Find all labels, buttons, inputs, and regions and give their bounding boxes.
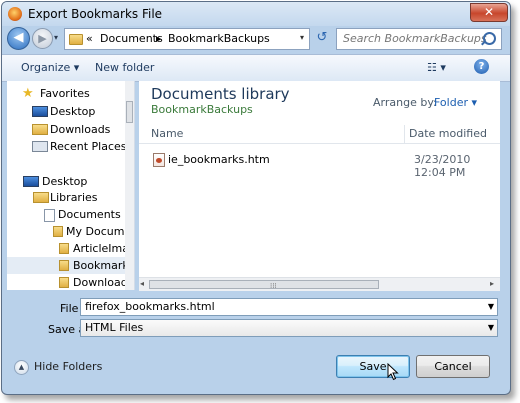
sidebar-item-articleimages[interactable]: ArticleImag	[11, 240, 134, 257]
sidebar-item-downloads-favorite[interactable]: Downloads	[11, 121, 125, 138]
library-subtitle: BookmarkBackups	[151, 103, 253, 116]
organize-button[interactable]: Organize ▾	[21, 61, 79, 74]
file-list-scrollbar[interactable]: ◂ ⁞⁞⁞ ▸	[139, 277, 500, 291]
search-box[interactable]: Search BookmarkBackups	[336, 28, 502, 50]
column-header-name[interactable]: Name	[151, 127, 183, 140]
window-title: Export Bookmarks File	[28, 7, 163, 21]
help-button[interactable]: ?	[474, 59, 489, 74]
breadcrumb-separator[interactable]: ▸	[156, 32, 162, 45]
folder-icon	[53, 226, 63, 237]
folder-icon	[59, 243, 69, 254]
sidebar-item-label: Desktop	[42, 175, 88, 188]
sidebar-item-label: Downloads	[50, 123, 111, 136]
save-as-type-select[interactable]: HTML Files ▼	[80, 319, 498, 337]
file-list-pane: Documents library BookmarkBackups Arrang…	[139, 81, 500, 291]
sidebar-scrollbar[interactable]	[125, 81, 134, 290]
search-placeholder: Search BookmarkBackups	[343, 32, 487, 45]
file-name-field[interactable]: firefox_bookmarks.html ▼	[80, 298, 498, 316]
mouse-pointer-icon	[387, 363, 399, 381]
desktop-icon	[32, 106, 48, 117]
change-view-button[interactable]: ☷ ▾	[427, 61, 453, 75]
file-name: ie_bookmarks.htm	[168, 153, 270, 166]
navigation-pane: ★ Favorites Desktop Downloads Recent Pla…	[7, 81, 135, 290]
sidebar-item-documents[interactable]: Documents	[11, 206, 125, 223]
breadcrumb-bookmarkbackups[interactable]: BookmarkBackups	[168, 32, 270, 45]
recent-locations-button[interactable]: ▾	[54, 34, 62, 42]
html-file-icon	[153, 153, 165, 167]
star-icon: ★	[22, 86, 34, 101]
documents-icon	[44, 209, 55, 222]
sidebar-item-downloads[interactable]: Downloads	[11, 274, 133, 290]
title-bar: Export Bookmarks File ✕	[2, 2, 510, 26]
libraries-icon	[33, 192, 49, 203]
folder-icon	[59, 260, 69, 271]
sidebar-item-desktop-favorite[interactable]: Desktop	[11, 103, 125, 120]
column-header-row: Name Date modified	[139, 125, 500, 144]
scroll-right-arrow[interactable]: ▸	[490, 279, 494, 288]
file-row[interactable]: ie_bookmarks.htm 3/23/2010 12:04 PM	[147, 151, 497, 179]
close-button[interactable]: ✕	[470, 3, 508, 22]
collapse-icon: ▲	[14, 360, 29, 375]
sidebar-item-my-documents[interactable]: My Documen	[11, 223, 134, 240]
back-button[interactable]: ◀	[7, 27, 30, 50]
breadcrumb-overflow[interactable]: «	[86, 32, 93, 45]
address-bar[interactable]: « Documents ▸ BookmarkBackups ▾	[64, 28, 310, 50]
sidebar-scroll-thumb[interactable]	[126, 101, 133, 123]
sidebar-item-bookmarkbackups[interactable]: BookmarkB	[7, 257, 134, 274]
file-name-dropdown-button[interactable]: ▼	[485, 299, 497, 315]
address-dropdown-button[interactable]: ▾	[296, 30, 308, 46]
desktop-icon	[23, 176, 39, 187]
firefox-icon	[8, 7, 22, 21]
downloads-folder-icon	[32, 124, 48, 135]
sidebar-item-libraries[interactable]: Libraries	[11, 189, 125, 206]
hide-folders-label: Hide Folders	[34, 360, 103, 373]
search-icon[interactable]	[483, 32, 496, 45]
refresh-button[interactable]: ↺	[314, 28, 330, 48]
save-as-type-dropdown-button[interactable]: ▼	[485, 320, 497, 336]
command-toolbar: Organize ▾ New folder ☷ ▾ ?	[2, 54, 510, 82]
sidebar-item-label: Documents	[58, 208, 121, 221]
sidebar-item-label: Favorites	[40, 87, 90, 100]
cancel-button[interactable]: Cancel	[416, 355, 490, 378]
arrange-by-dropdown[interactable]: Folder ▾	[434, 96, 477, 109]
file-list-scroll-thumb[interactable]: ⁞⁞⁞	[149, 280, 379, 290]
column-header-date-modified[interactable]: Date modified	[409, 127, 487, 140]
folder-icon	[59, 277, 69, 288]
sidebar-item-label: Desktop	[50, 105, 96, 118]
navigation-bar: ◀ ▶ ▾ « Documents ▸ BookmarkBackups ▾ ↺ …	[2, 26, 510, 52]
sidebar-item-desktop[interactable]: Desktop	[11, 173, 125, 190]
export-bookmarks-dialog: Export Bookmarks File ✕ ◀ ▶ ▾ « Document…	[1, 1, 511, 395]
arrange-by-label: Arrange by:	[373, 96, 437, 109]
scroll-grip: ⁞⁞⁞	[270, 282, 277, 290]
column-divider[interactable]	[404, 125, 405, 143]
forward-button[interactable]: ▶	[32, 28, 53, 49]
library-title: Documents library	[151, 85, 290, 103]
scroll-left-arrow[interactable]: ◂	[140, 279, 144, 288]
save-as-type-value: HTML Files	[85, 321, 144, 334]
sidebar-item-label: Recent Places	[50, 140, 127, 153]
file-date-modified: 3/23/2010 12:04 PM	[414, 153, 471, 179]
folder-icon	[69, 34, 83, 45]
sidebar-item-label: Libraries	[50, 191, 98, 204]
sidebar-item-recent-places[interactable]: Recent Places	[11, 138, 127, 155]
sidebar-item-favorites[interactable]: ★ Favorites	[11, 85, 125, 102]
new-folder-button[interactable]: New folder	[95, 61, 154, 74]
file-name-value: firefox_bookmarks.html	[85, 300, 215, 313]
recent-places-icon	[32, 141, 48, 152]
breadcrumb-documents[interactable]: Documents	[100, 32, 163, 45]
